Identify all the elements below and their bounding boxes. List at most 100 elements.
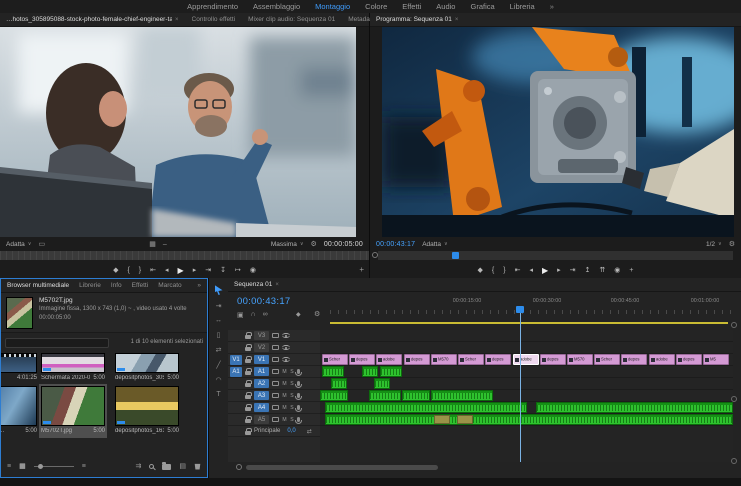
go-to-in-button[interactable]: ⇤ xyxy=(150,266,156,274)
video-clip-9[interactable]: M570 xyxy=(567,354,593,365)
project-item-M5702T.jpg[interactable]: M5702T.jpg5:00 xyxy=(41,386,105,436)
sequence-tab[interactable]: Sequenza 01 × xyxy=(234,281,279,288)
solo-button[interactable]: S xyxy=(290,381,293,386)
mark-in-button[interactable]: { xyxy=(127,267,129,274)
lock-icon[interactable] xyxy=(245,383,251,387)
source-playback-resolution-select[interactable]: Massima ∨ xyxy=(271,241,304,248)
video-clip-5[interactable]: Scher xyxy=(458,354,484,365)
mute-button[interactable]: M xyxy=(282,381,286,386)
workspace-tab-montaggio[interactable]: Montaggio xyxy=(315,2,350,11)
audio-clip-11[interactable] xyxy=(325,414,733,425)
program-scrub-knob[interactable] xyxy=(372,252,378,258)
source-scrubber[interactable] xyxy=(0,251,369,260)
source-tab-1[interactable]: Controllo effetti xyxy=(192,16,236,23)
extract-button[interactable]: ⇈ xyxy=(599,266,605,274)
program-scrubber[interactable] xyxy=(378,251,733,260)
step-back-button[interactable]: ◂ xyxy=(165,266,169,274)
close-icon[interactable]: × xyxy=(275,282,279,288)
sync-lock-icon[interactable] xyxy=(272,357,279,362)
sync-lock-icon[interactable] xyxy=(272,333,279,338)
scrollbar-handle-middle[interactable] xyxy=(731,396,737,402)
track-header-master[interactable]: Principale0,0⇄ xyxy=(228,426,320,437)
mark-in-button[interactable]: { xyxy=(492,267,494,274)
source-patch-v1[interactable]: V1 xyxy=(230,355,242,365)
step-back-button[interactable]: ◂ xyxy=(529,266,533,274)
program-monitor-video[interactable] xyxy=(382,27,734,237)
audio-clip-7[interactable] xyxy=(402,390,430,401)
source-button-editor[interactable]: + xyxy=(359,265,364,274)
source-patch-a3[interactable] xyxy=(230,391,242,401)
linked-selection-icon[interactable]: ∞ xyxy=(263,311,268,319)
workspace-tab-assemblaggio[interactable]: Assemblaggio xyxy=(253,2,300,11)
video-clip-2[interactable]: adobe xyxy=(376,354,402,365)
workspace-tab-audio[interactable]: Audio xyxy=(436,2,455,11)
project-tab-info[interactable]: Info xyxy=(111,282,122,289)
video-clip-1[interactable]: depos xyxy=(349,354,375,365)
source-tab-0[interactable]: …hotos_305895088-stock-photo-female-chie… xyxy=(6,16,179,23)
voiceover-mic-icon[interactable] xyxy=(297,369,300,374)
close-icon[interactable]: × xyxy=(175,17,179,23)
track-target-v1[interactable]: V1 xyxy=(254,355,269,364)
mute-button[interactable]: M xyxy=(282,405,286,410)
delete-button[interactable] xyxy=(194,463,201,470)
program-settings-wrench-icon[interactable]: ⚙ xyxy=(729,240,735,248)
track-header-a4[interactable]: A4MS xyxy=(228,402,320,414)
source-patch-v2[interactable] xyxy=(230,343,242,353)
lock-icon[interactable] xyxy=(245,371,251,375)
timeline-tracks-area[interactable]: ScherdeposadobedeposM570Scherdeposadobed… xyxy=(320,330,733,462)
export-frame-button[interactable]: ◉ xyxy=(250,266,256,274)
slip-tool[interactable]: ⇄ xyxy=(216,346,222,354)
sync-lock-icon[interactable] xyxy=(272,393,279,398)
master-pan-icon[interactable]: ⇄ xyxy=(307,428,312,435)
program-zoom-select[interactable]: Adatta ∨ xyxy=(422,241,447,248)
track-header-a2[interactable]: A2 MS xyxy=(228,378,320,390)
find-button[interactable] xyxy=(149,464,154,469)
project-tab-librerie[interactable]: Librerie xyxy=(79,282,101,289)
solo-button[interactable]: S xyxy=(290,393,293,398)
audio-clip-0[interactable] xyxy=(322,366,344,377)
audio-clip-3[interactable] xyxy=(331,378,347,389)
track-header-a3[interactable]: A3MS xyxy=(228,390,320,402)
track-header-v2[interactable]: V2 xyxy=(228,342,320,354)
sync-lock-icon[interactable] xyxy=(272,417,279,422)
safe-margins-icon[interactable]: ▦ xyxy=(149,240,156,248)
olive-audio-clip-0[interactable] xyxy=(434,415,450,424)
program-tab[interactable]: Programma: Sequenza 01 × xyxy=(376,16,458,23)
clip-thumbnail[interactable] xyxy=(1,353,37,373)
audio-clip-8[interactable] xyxy=(431,390,493,401)
workspace-tab-effetti[interactable]: Effetti xyxy=(402,2,421,11)
voiceover-mic-icon[interactable] xyxy=(297,393,300,398)
track-target-a1[interactable]: A1 xyxy=(254,367,269,376)
project-item-_418813…[interactable]: _418813…5:00 xyxy=(1,386,37,436)
lock-icon[interactable] xyxy=(245,407,251,411)
voiceover-mic-icon[interactable] xyxy=(297,417,300,422)
mark-out-button[interactable]: } xyxy=(503,267,505,274)
icon-view-button[interactable]: ▦ xyxy=(19,462,26,470)
track-output-eye-icon[interactable] xyxy=(282,333,290,338)
project-item-depositphotos_1613321…[interactable]: depositphotos_1613321…5:00 xyxy=(115,386,179,436)
step-forward-button[interactable]: ▸ xyxy=(557,266,561,274)
track-target-a2[interactable]: A2 xyxy=(254,379,269,388)
program-playback-resolution-select[interactable]: 1/2 ∨ xyxy=(706,241,722,248)
workspace-tab-libreria[interactable]: Libreria xyxy=(510,2,535,11)
lift-button[interactable]: ↥ xyxy=(585,266,591,274)
thumbnail-zoom-slider[interactable] xyxy=(34,466,74,467)
list-view-button[interactable]: ≡ xyxy=(7,463,11,470)
new-item-button[interactable]: ▤ xyxy=(179,462,186,470)
insert-button[interactable]: ↧ xyxy=(220,266,226,274)
project-item-clip-0[interactable]: 4:01:25 xyxy=(1,353,37,383)
sync-lock-icon[interactable] xyxy=(272,381,279,386)
source-patch-a1[interactable]: A1 xyxy=(230,367,242,377)
add-marker-button[interactable]: ◆ xyxy=(296,311,301,318)
close-icon[interactable]: × xyxy=(455,17,459,23)
workspace-overflow-button[interactable]: » xyxy=(550,2,554,11)
video-clip-0[interactable]: Scher xyxy=(322,354,348,365)
lock-icon[interactable] xyxy=(245,419,251,423)
timeline-settings-wrench-icon[interactable]: ⚙ xyxy=(314,310,320,318)
track-output-eye-icon[interactable] xyxy=(282,345,290,350)
button-editor-button[interactable]: + xyxy=(629,267,633,274)
clip-thumbnail[interactable] xyxy=(115,353,179,373)
video-clip-4[interactable]: M570 xyxy=(431,354,457,365)
video-clip-11[interactable]: depos xyxy=(621,354,647,365)
lock-icon[interactable] xyxy=(245,335,251,339)
